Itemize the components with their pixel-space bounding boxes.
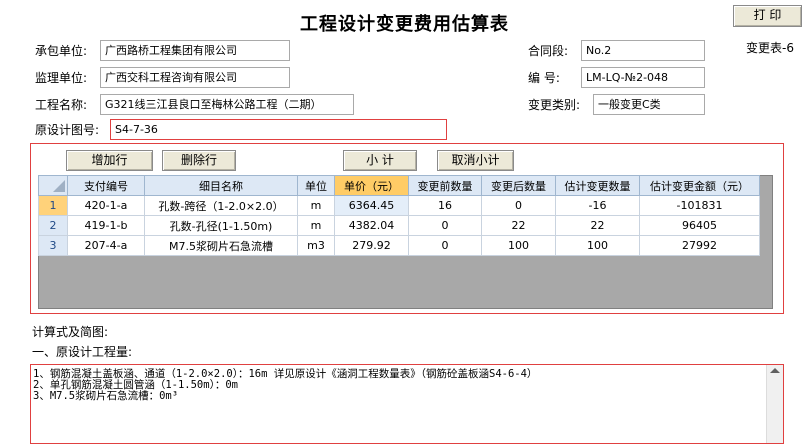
table-row[interactable]: 3 207-4-a M7.5浆砌片石急流槽 m3 279.92 0 100 10… (38, 235, 760, 256)
cell-est-change-qty[interactable]: -16 (555, 195, 640, 216)
cell-qty-after[interactable]: 0 (481, 195, 556, 216)
cell-unit[interactable]: m (297, 195, 335, 216)
cell-unit-price[interactable]: 279.92 (334, 235, 409, 256)
cell-est-change-qty[interactable]: 22 (555, 215, 640, 236)
table-row[interactable]: 2 419-1-b 孔数-孔径(1-1.50m) m 4382.04 0 22 … (38, 215, 760, 236)
cell-qty-before[interactable]: 16 (408, 195, 482, 216)
cell-unit[interactable]: m (297, 215, 335, 236)
supervisor-label: 监理单位: (35, 71, 88, 85)
cell-est-change-amount[interactable]: 27992 (639, 235, 760, 256)
change-type-label: 变更类别: (528, 98, 581, 112)
project-field[interactable]: G321线三江县良口至梅林公路工程（二期） (100, 94, 354, 115)
corner-triangle-icon (53, 179, 65, 192)
cell-est-change-amount[interactable]: -101831 (639, 195, 760, 216)
row-number[interactable]: 1 (38, 195, 68, 216)
table-row[interactable]: 1 420-1-a 孔数-跨径（1-2.0×2.0） m 6364.45 16 … (38, 195, 760, 216)
supervisor-field[interactable]: 广西交科工程咨询有限公司 (100, 67, 290, 88)
cell-unit-price[interactable]: 6364.45 (334, 195, 409, 216)
calc-line: 3、M7.5浆砌片石急流槽：0m³ (33, 390, 179, 402)
form-number: 变更表-6 (746, 41, 794, 55)
calc-section-label: 一、原设计工程量: (32, 345, 133, 359)
cell-unit-price[interactable]: 4382.04 (334, 215, 409, 236)
header-unit-price[interactable]: 单价（元） (334, 175, 409, 196)
delete-row-button[interactable]: 删除行 (162, 150, 236, 171)
orig-drawing-label: 原设计图号: (35, 123, 100, 137)
subtotal-button[interactable]: 小 计 (343, 150, 417, 171)
header-est-change-qty[interactable]: 估计变更数量 (555, 175, 640, 196)
scroll-up-icon[interactable] (770, 368, 780, 373)
cancel-subtotal-button[interactable]: 取消小计 (437, 150, 514, 171)
header-qty-before[interactable]: 变更前数量 (408, 175, 482, 196)
header-pay-code[interactable]: 支付编号 (67, 175, 145, 196)
contract-section-field[interactable]: No.2 (581, 40, 705, 61)
table-header-row: 支付编号 细目名称 单位 单价（元） 变更前数量 变更后数量 估计变更数量 估计… (38, 175, 760, 196)
print-button[interactable]: 打 印 (733, 5, 802, 27)
header-qty-after[interactable]: 变更后数量 (481, 175, 556, 196)
add-row-button[interactable]: 增加行 (66, 150, 153, 171)
contract-section-label: 合同段: (528, 44, 569, 58)
cell-item-name[interactable]: M7.5浆砌片石急流槽 (144, 235, 298, 256)
cell-qty-after[interactable]: 22 (481, 215, 556, 236)
header-unit[interactable]: 单位 (297, 175, 335, 196)
cell-item-name[interactable]: 孔数-孔径(1-1.50m) (144, 215, 298, 236)
page-title: 工程设计变更费用估算表 (300, 14, 509, 35)
cell-est-change-qty[interactable]: 100 (555, 235, 640, 256)
vertical-scrollbar[interactable] (766, 365, 783, 443)
cell-qty-after[interactable]: 100 (481, 235, 556, 256)
header-item-name[interactable]: 细目名称 (144, 175, 298, 196)
project-label: 工程名称: (35, 98, 88, 112)
calc-textarea[interactable]: 1、钢筋混凝土盖板涵、通道（1-2.0×2.0）：16m 详见原设计《涵洞工程数… (30, 364, 784, 444)
estimate-table: 支付编号 细目名称 单位 单价（元） 变更前数量 变更后数量 估计变更数量 估计… (38, 175, 760, 256)
change-type-field[interactable]: 一般变更C类 (593, 94, 705, 115)
cell-pay-code[interactable]: 207-4-a (67, 235, 145, 256)
orig-drawing-field[interactable]: S4-7-36 (110, 119, 447, 140)
header-est-change-amount[interactable]: 估计变更金额（元） (639, 175, 760, 196)
number-field[interactable]: LM-LQ-№2-048 (581, 67, 705, 88)
cell-est-change-amount[interactable]: 96405 (639, 215, 760, 236)
contractor-field[interactable]: 广西路桥工程集团有限公司 (100, 40, 290, 61)
contractor-label: 承包单位: (35, 44, 88, 58)
cell-pay-code[interactable]: 419-1-b (67, 215, 145, 236)
cell-qty-before[interactable]: 0 (408, 215, 482, 236)
cell-qty-before[interactable]: 0 (408, 235, 482, 256)
table-corner[interactable] (38, 175, 68, 196)
row-number[interactable]: 3 (38, 235, 68, 256)
number-label: 编 号: (528, 71, 560, 85)
cell-unit[interactable]: m3 (297, 235, 335, 256)
cell-pay-code[interactable]: 420-1-a (67, 195, 145, 216)
row-number[interactable]: 2 (38, 215, 68, 236)
calc-label: 计算式及简图: (32, 325, 109, 339)
cell-item-name[interactable]: 孔数-跨径（1-2.0×2.0） (144, 195, 298, 216)
